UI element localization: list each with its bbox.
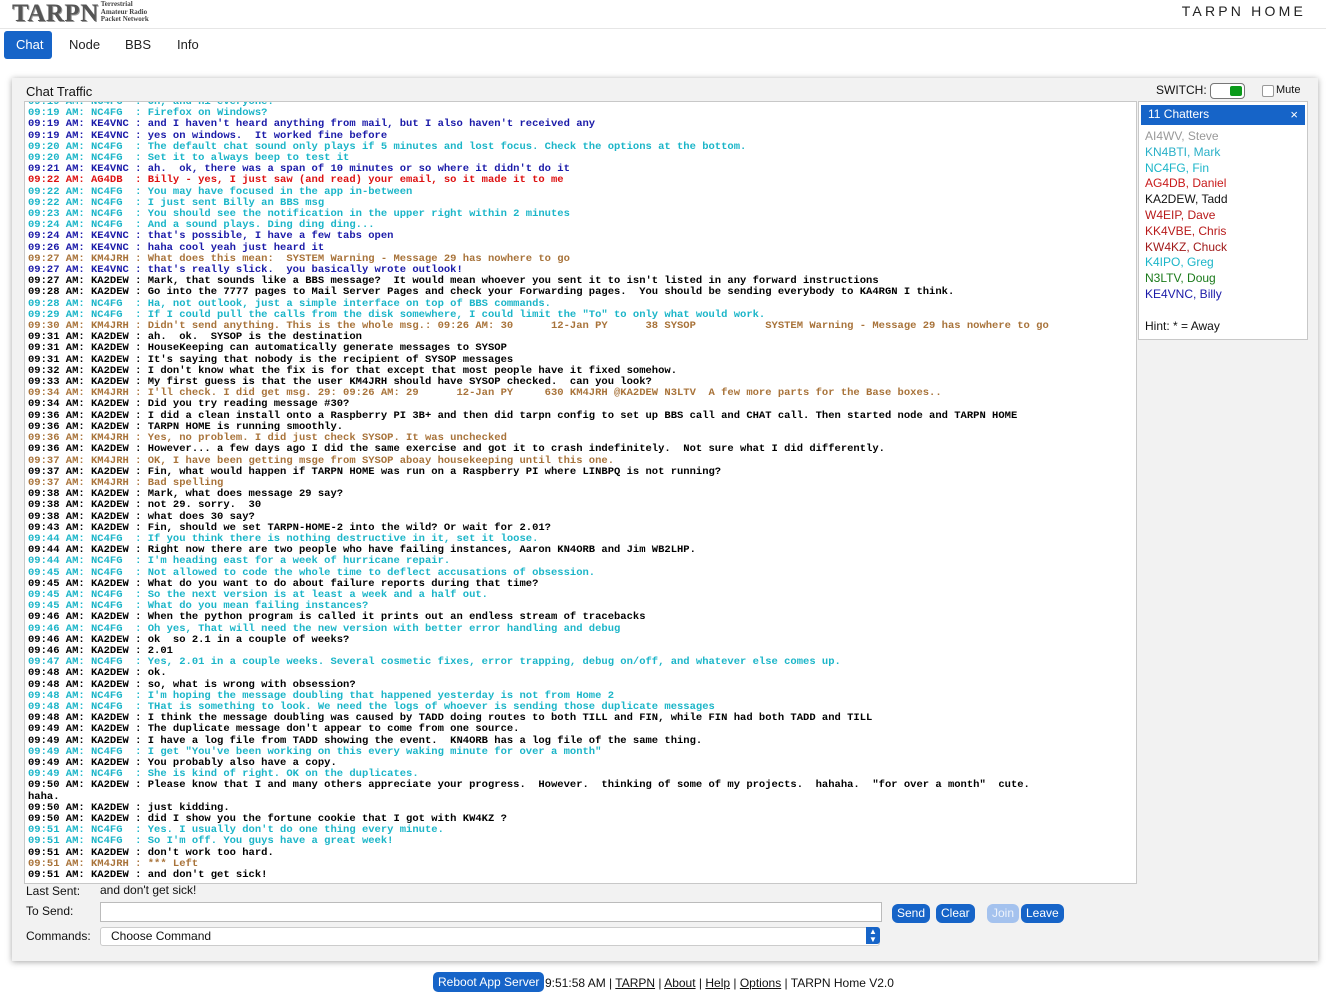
chat-message: 09:22 AM: AG4DB : Billy - yes, I just sa… [28, 174, 564, 187]
switch-knob [1230, 86, 1242, 96]
join-button[interactable]: Join [987, 904, 1020, 923]
chat-message: 09:19 AM: KE4VNC : and I haven't heard a… [28, 118, 596, 131]
logo-tagline: Terrestrial Amateur Radio Packet Network [100, 0, 149, 24]
chat-message: 09:46 AM: KA2DEW : When the python progr… [28, 611, 646, 624]
reboot-app-server-button[interactable]: Reboot App Server [433, 972, 545, 992]
chatter-item[interactable]: W4EIP, Dave [1145, 208, 1228, 224]
updown-arrow-icon: ▲ ▼ [866, 927, 880, 944]
chat-message: 09:48 AM: KA2DEW : ok. [28, 667, 167, 680]
chat-message: 09:34 AM: KA2DEW : Did you try reading m… [28, 398, 350, 411]
switch-label: SWITCH: [1156, 83, 1207, 97]
chat-message: 09:46 AM: KA2DEW : ok so 2.1 in a couple… [28, 633, 350, 646]
tab-chat[interactable]: Chat [4, 31, 52, 59]
chatters-count: 11 Chatters [1148, 107, 1210, 121]
chat-panel: Chat Traffic SWITCH: Mute 09:19 AM: NC4F… [12, 78, 1318, 961]
chat-message: 09:38 AM: KA2DEW : not 29. sorry. 30 [28, 499, 262, 512]
chatter-item[interactable]: KW4KZ, Chuck [1145, 240, 1228, 256]
footer-link-options[interactable]: Options [740, 976, 781, 990]
footer: Reboot App Server 9:51:58 AM | TARPN | A… [0, 972, 1326, 994]
footer-text: 9:51:58 AM | TARPN | About | Help | Opti… [545, 976, 894, 990]
chatter-item[interactable]: KA2DEW, Tadd [1145, 192, 1228, 208]
away-hint: Hint: * = Away [1145, 319, 1220, 333]
tab-node[interactable]: Node [57, 31, 112, 59]
site-title: TARPN HOME [1181, 3, 1306, 19]
chat-messages: 09:19 AM: NC4FG : Oh, and hi everyone. 09… [26, 102, 1136, 882]
close-icon[interactable]: × [1290, 107, 1298, 122]
chat-log[interactable]: 09:19 AM: NC4FG : Oh, and hi everyone. 09… [24, 101, 1137, 884]
chat-message: 09:51 AM: KA2DEW : and don't get sick! [28, 869, 268, 882]
tab-info[interactable]: Info [165, 31, 211, 59]
chat-message: 09:36 AM: KA2DEW : However... a few days… [28, 443, 885, 456]
command-select-value: Choose Command [111, 929, 212, 943]
chatter-item[interactable]: KK4VBE, Chris [1145, 224, 1228, 240]
leave-button[interactable]: Leave [1021, 904, 1064, 923]
chatter-item[interactable]: KN4BTI, Mark [1145, 145, 1228, 161]
chat-message: 09:28 AM: KA2DEW : Go into the 7777 page… [28, 286, 955, 299]
to-send-label: To Send: [26, 904, 74, 918]
chatter-item[interactable]: K4IPO, Greg [1145, 255, 1228, 271]
commands-label: Commands: [26, 929, 91, 943]
chatters-panel: 11 Chatters × AI4WV, Steve KN4BTI, Mark NC… [1138, 101, 1308, 340]
chatter-item[interactable]: KE4VNC, Billy [1145, 287, 1228, 303]
chat-message: 09:50 AM: KA2DEW : Please know that I an… [28, 779, 1030, 803]
tab-bbs[interactable]: BBS [113, 31, 163, 59]
main-nav: Chat Node BBS Info [0, 30, 1326, 62]
chat-message: 09:31 AM: KA2DEW : HouseKeeping can auto… [28, 342, 507, 355]
logo-text: TARPN [12, 0, 99, 27]
message-input[interactable] [100, 902, 882, 922]
server-time: 9:51:58 AM [545, 976, 606, 990]
chat-message: 09:51 AM: NC4FG : So I'm off. You guys h… [28, 835, 394, 848]
send-button[interactable]: Send [892, 904, 931, 923]
header: TARPN Terrestrial Amateur Radio Packet N… [0, 0, 1326, 29]
command-select[interactable]: Choose Command ▲ ▼ [100, 927, 880, 946]
chat-traffic-title: Chat Traffic [26, 84, 93, 99]
mute-label: Mute [1276, 84, 1301, 96]
chat-message: 09:44 AM: NC4FG : I'm heading east for a… [28, 555, 451, 568]
clear-button[interactable]: Clear [936, 904, 975, 923]
mute-checkbox[interactable] [1262, 85, 1274, 97]
chatters-header: 11 Chatters × [1141, 105, 1305, 125]
version-text: TARPN Home V2.0 [790, 976, 894, 990]
tarpn-logo[interactable]: TARPN Terrestrial Amateur Radio Packet N… [12, 0, 149, 27]
chat-message: 09:49 AM: KA2DEW : The duplicate message… [28, 723, 520, 736]
chat-message: 09:24 AM: KE4VNC : that's possible, I ha… [28, 230, 394, 243]
switch-toggle[interactable] [1210, 83, 1245, 99]
chatters-list: AI4WV, Steve KN4BTI, Mark NC4FG, Fin AG4DB,… [1145, 129, 1228, 303]
chatter-item[interactable]: N3LTV, Doug [1145, 271, 1228, 287]
chatter-item[interactable]: AG4DB, Daniel [1145, 176, 1228, 192]
footer-link-tarpn[interactable]: TARPN [615, 976, 655, 990]
footer-link-about[interactable]: About [664, 976, 695, 990]
chat-message: 09:47 AM: NC4FG : Yes, 2.01 in a couple … [28, 656, 841, 669]
chatter-item[interactable]: AI4WV, Steve [1145, 129, 1228, 145]
chatter-item[interactable]: NC4FG, Fin [1145, 161, 1228, 177]
footer-link-help[interactable]: Help [705, 976, 730, 990]
last-sent-label: Last Sent: [26, 884, 81, 898]
last-sent-value: and don't get sick! [100, 883, 197, 897]
